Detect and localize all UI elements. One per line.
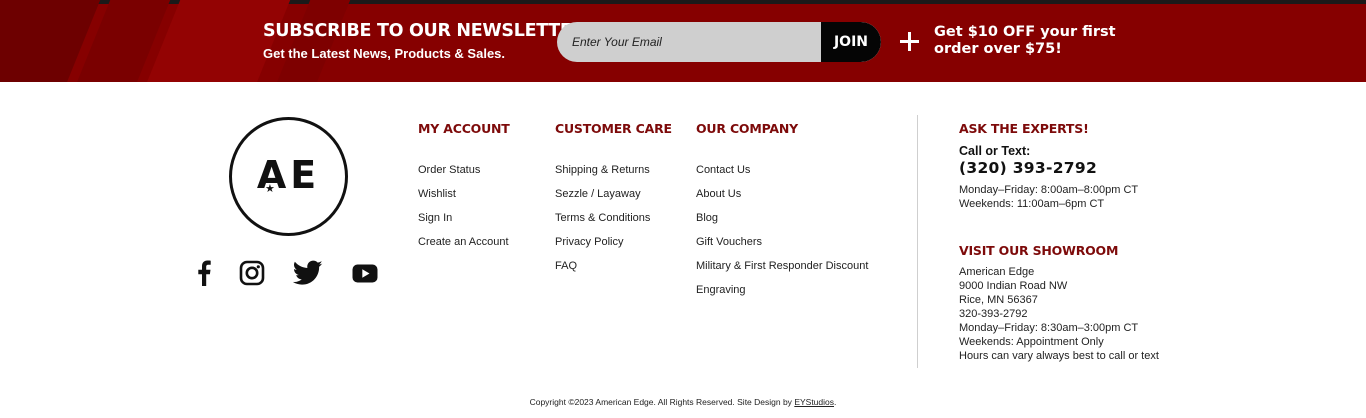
copyright-period: . xyxy=(834,397,837,407)
newsletter-title: SUBSCRIBE TO OUR NEWSLETTER xyxy=(263,21,585,41)
my-account-heading: MY ACCOUNT xyxy=(418,121,510,136)
newsletter-subtitle: Get the Latest News, Products & Sales. xyxy=(263,46,506,61)
copyright-text: Copyright ©2023 American Edge. All Right… xyxy=(529,397,795,407)
our-company-column: OUR COMPANY Contact Us About Us Blog Gif… xyxy=(696,120,868,302)
footer-link-privacy[interactable]: Privacy Policy xyxy=(555,230,672,254)
designer-link[interactable]: EYStudios xyxy=(794,397,834,407)
footer-link-sezzle-layaway[interactable]: Sezzle / Layaway xyxy=(555,182,672,206)
customer-care-links: Shipping & Returns Sezzle / Layaway Term… xyxy=(555,158,672,278)
showroom-hours-note: Hours can vary always best to call or te… xyxy=(959,350,1159,362)
call-or-text-label: Call or Text: xyxy=(959,144,1031,158)
footer-link-engraving[interactable]: Engraving xyxy=(696,278,868,302)
footer-link-wishlist[interactable]: Wishlist xyxy=(418,182,510,206)
logo-letters: AE xyxy=(256,153,321,197)
email-input[interactable] xyxy=(557,22,821,62)
showroom-name: American Edge xyxy=(959,266,1035,278)
our-company-links: Contact Us About Us Blog Gift Vouchers M… xyxy=(696,158,868,302)
showroom-street: 9000 Indian Road NW xyxy=(959,280,1068,292)
showroom-details: American Edge 9000 Indian Road NW Rice, … xyxy=(959,265,1159,363)
footer-link-gift-vouchers[interactable]: Gift Vouchers xyxy=(696,230,868,254)
showroom-phone: 320-393-2792 xyxy=(959,308,1028,320)
our-company-heading: OUR COMPANY xyxy=(696,121,798,136)
showroom-heading: VISIT OUR SHOWROOM xyxy=(959,243,1119,258)
showroom-city: Rice, MN 56367 xyxy=(959,294,1038,306)
column-divider xyxy=(917,115,918,368)
logo-star-icon: ★ xyxy=(265,183,275,195)
offer-text: Get $10 OFF your first order over $75! xyxy=(934,24,1116,57)
instagram-icon[interactable] xyxy=(238,258,266,288)
facebook-icon[interactable] xyxy=(194,258,214,288)
showroom-section: VISIT OUR SHOWROOM American Edge 9000 In… xyxy=(959,242,1159,363)
showroom-hours-weekends: Weekends: Appointment Only xyxy=(959,336,1104,348)
footer-link-about-us[interactable]: About Us xyxy=(696,182,868,206)
footer-link-faq[interactable]: FAQ xyxy=(555,254,672,278)
newsletter-banner: SUBSCRIBE TO OUR NEWSLETTER Get the Late… xyxy=(0,0,1366,82)
footer-link-shipping-returns[interactable]: Shipping & Returns xyxy=(555,158,672,182)
footer-link-contact-us[interactable]: Contact Us xyxy=(696,158,868,182)
ask-experts-section: ASK THE EXPERTS! Call or Text: (320) 393… xyxy=(959,120,1138,211)
copyright-bar: Copyright ©2023 American Edge. All Right… xyxy=(0,397,1366,407)
hours-weekdays: Monday–Friday: 8:00am–8:00pm CT xyxy=(959,184,1139,196)
customer-care-heading: CUSTOMER CARE xyxy=(555,121,672,136)
twitter-icon[interactable] xyxy=(292,258,324,288)
hours-weekends: Weekends: 11:00am–6pm CT xyxy=(959,198,1105,210)
footer-link-terms[interactable]: Terms & Conditions xyxy=(555,206,672,230)
phone-number-link[interactable]: (320) 393-2792 xyxy=(959,159,1138,177)
experts-hours: Monday–Friday: 8:00am–8:00pm CT Weekends… xyxy=(959,183,1138,211)
customer-care-column: CUSTOMER CARE Shipping & Returns Sezzle … xyxy=(555,120,672,278)
my-account-column: MY ACCOUNT Order Status Wishlist Sign In… xyxy=(418,120,510,254)
newsletter-form: JOIN xyxy=(557,22,881,62)
my-account-links: Order Status Wishlist Sign In Create an … xyxy=(418,158,510,254)
footer-link-military-discount[interactable]: Military & First Responder Discount xyxy=(696,254,868,278)
brand-logo[interactable]: AE ★ xyxy=(229,117,348,236)
footer-link-create-account[interactable]: Create an Account xyxy=(418,230,510,254)
footer-link-order-status[interactable]: Order Status xyxy=(418,158,510,182)
footer-link-sign-in[interactable]: Sign In xyxy=(418,206,510,230)
footer-link-blog[interactable]: Blog xyxy=(696,206,868,230)
showroom-hours-weekdays: Monday–Friday: 8:30am–3:00pm CT xyxy=(959,322,1139,334)
join-button[interactable]: JOIN xyxy=(821,22,881,62)
plus-icon xyxy=(900,32,919,51)
youtube-icon[interactable] xyxy=(351,258,379,288)
ask-experts-heading: ASK THE EXPERTS! xyxy=(959,121,1089,136)
